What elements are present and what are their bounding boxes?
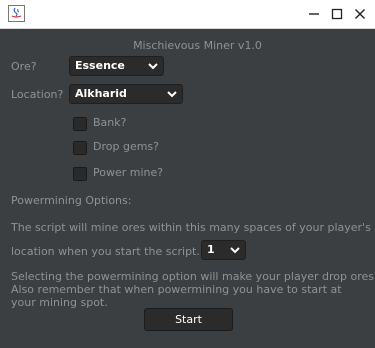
powermining-header: Powermining Options: (11, 194, 132, 207)
drop-gems-checkbox[interactable] (73, 141, 87, 155)
location-select[interactable]: Alkharid (69, 84, 183, 104)
chevron-down-icon (148, 63, 158, 70)
note-line2: Also remember that when powermining you … (11, 283, 342, 296)
title-bar[interactable] (0, 0, 375, 29)
ore-select-value: Essence (75, 59, 125, 72)
minimize-button[interactable] (302, 0, 326, 28)
spaces-text-line2: location when you start the script. (11, 245, 200, 258)
close-icon (355, 9, 365, 19)
java-icon (8, 5, 25, 22)
app-window: Mischievous Miner v1.0 Ore? Essence Loca… (0, 0, 375, 348)
spaces-select[interactable]: 1 (201, 240, 246, 260)
location-select-value: Alkharid (75, 87, 127, 100)
chevron-down-icon (167, 91, 177, 98)
location-label: Location? (11, 88, 64, 101)
spaces-text-line1: The script will mine ores within this ma… (11, 221, 371, 234)
maximize-icon (331, 8, 343, 20)
close-button[interactable] (348, 0, 372, 28)
maximize-button[interactable] (325, 0, 349, 28)
ore-select[interactable]: Essence (69, 56, 164, 76)
drop-gems-checkbox-label: Drop gems? (93, 140, 159, 153)
power-mine-checkbox-label: Power mine? (93, 166, 164, 179)
note-line1: Selecting the powermining option will ma… (11, 270, 375, 283)
start-button[interactable]: Start (144, 308, 233, 331)
ore-label: Ore? (11, 60, 37, 73)
power-mine-checkbox[interactable] (73, 167, 87, 181)
bank-checkbox[interactable] (73, 117, 87, 131)
chevron-down-icon (230, 247, 240, 254)
bank-checkbox-label: Bank? (93, 116, 127, 129)
spaces-select-value: 1 (207, 243, 215, 256)
app-title: Mischievous Miner v1.0 (133, 39, 262, 52)
note-line3: your mining spot. (11, 296, 108, 309)
minimize-icon (309, 13, 319, 15)
main-panel: Mischievous Miner v1.0 Ore? Essence Loca… (0, 29, 375, 348)
